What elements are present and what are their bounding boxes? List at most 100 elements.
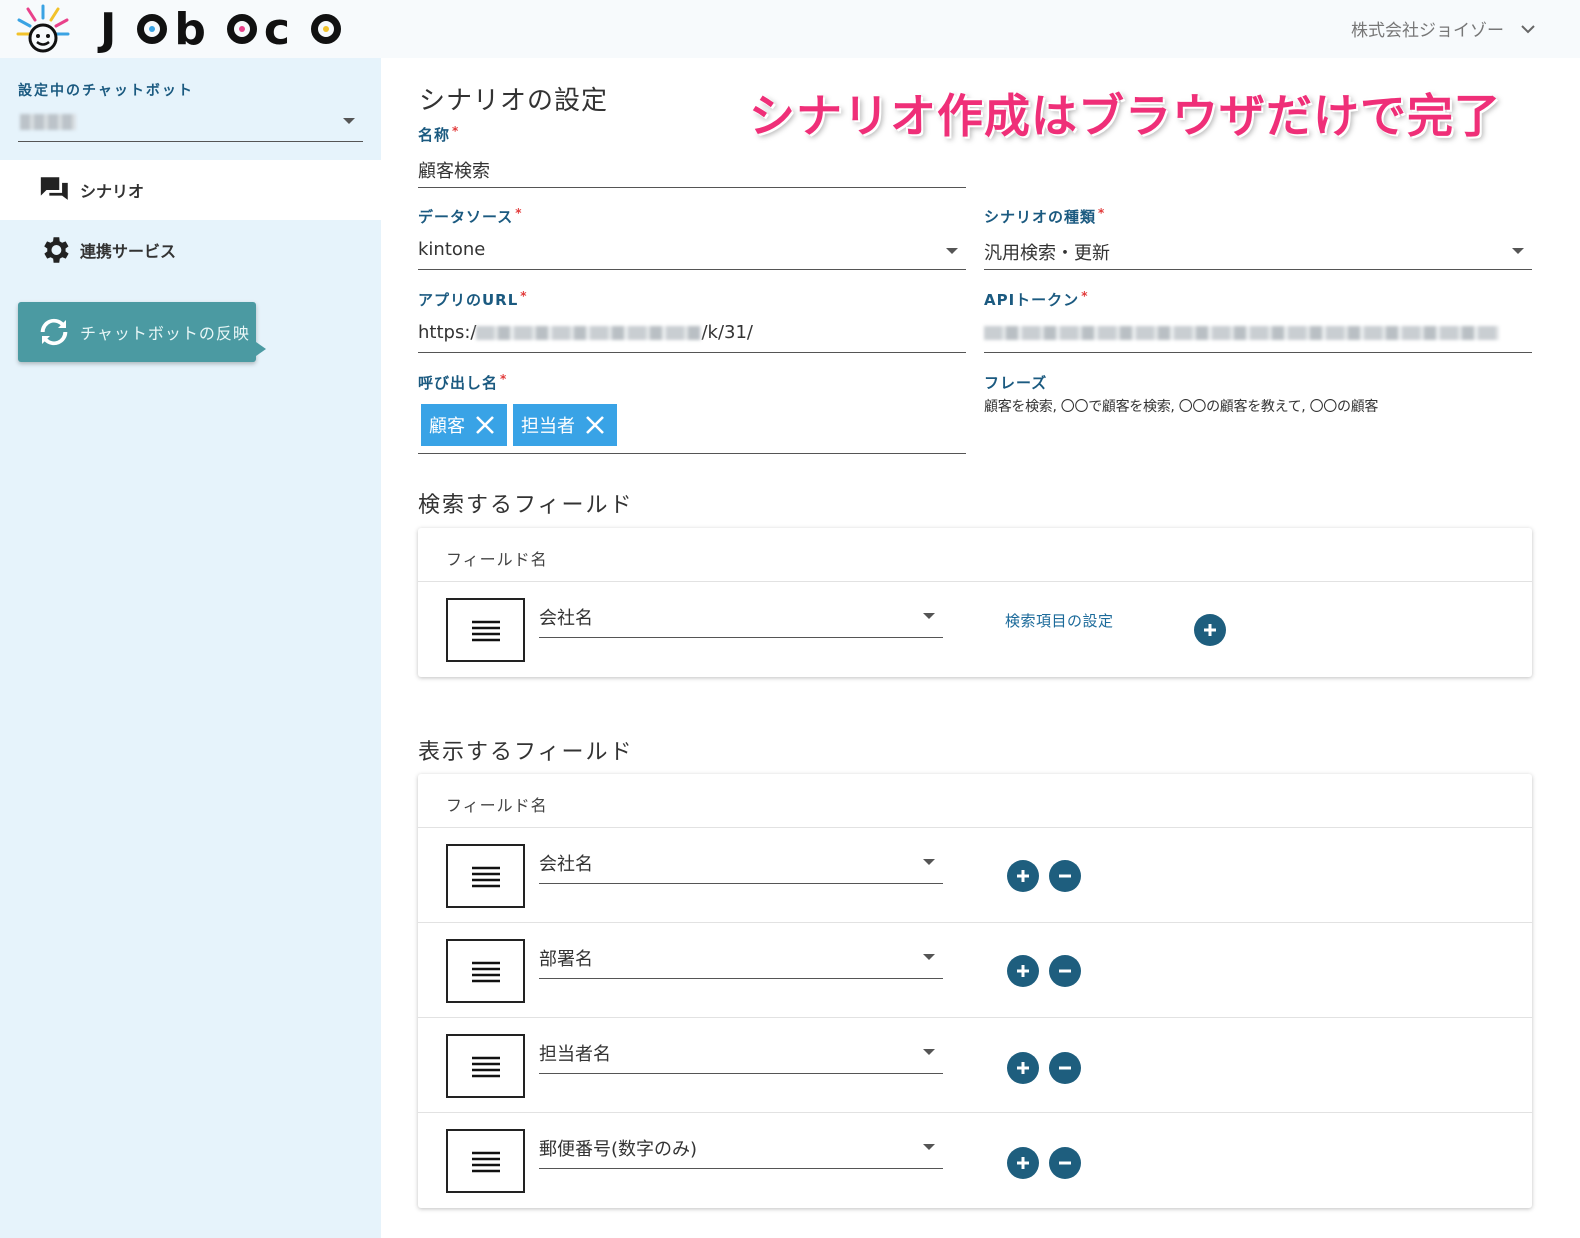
dropdown-caret-icon: [923, 613, 935, 619]
dropdown-caret-icon: [946, 248, 958, 254]
chip[interactable]: 顧客: [421, 404, 507, 446]
scenario-type-select[interactable]: 汎用検索・更新: [984, 228, 1532, 270]
close-icon[interactable]: [583, 413, 607, 437]
close-icon[interactable]: [473, 413, 497, 437]
add-row-button[interactable]: [1007, 1147, 1039, 1179]
sidebar: 設定中のチャットボット シナリオ 連携サービス チャットボットの反映: [0, 58, 381, 1238]
bot-selector-label: 設定中のチャットボット: [18, 83, 194, 99]
reflect-button-label: チャットボットの反映: [80, 324, 250, 343]
search-item-settings-link[interactable]: 検索項目の設定: [1005, 610, 1114, 631]
drag-handle[interactable]: [446, 1034, 525, 1098]
drag-lines-icon: [471, 961, 500, 983]
url-redacted: [476, 326, 702, 340]
field-select[interactable]: 担当者名: [539, 1040, 943, 1074]
gear-icon: [44, 237, 69, 263]
table-row: 会社名: [418, 828, 1532, 923]
drag-handle[interactable]: [446, 939, 525, 1003]
table-row: 部署名: [418, 923, 1532, 1018]
api-token-field[interactable]: APIトークン *: [984, 289, 1532, 353]
datasource-label: データソース: [418, 208, 514, 226]
sidebar-item-scenario[interactable]: シナリオ: [0, 160, 381, 220]
drag-handle[interactable]: [446, 598, 525, 662]
remove-row-button[interactable]: [1049, 860, 1081, 892]
datasource-field[interactable]: データソース * kintone: [418, 206, 966, 270]
table-row: 担当者名: [418, 1018, 1532, 1113]
dropdown-caret-icon: [923, 859, 935, 865]
search-fields-card: フィールド名 会社名 検索項目の設定: [418, 528, 1532, 677]
api-token-input[interactable]: [984, 311, 1532, 353]
chevron-down-icon: [1521, 24, 1535, 33]
app-url-label: アプリのURL: [418, 291, 519, 309]
logo-mark-icon: [16, 4, 70, 53]
plus-icon: [1017, 870, 1029, 882]
reflect-chatbot-button[interactable]: チャットボットの反映: [18, 302, 266, 362]
call-name-label: 呼び出し名: [418, 374, 499, 392]
scenario-type-field[interactable]: シナリオの種類 * 汎用検索・更新: [984, 206, 1532, 270]
minus-icon: [1059, 1161, 1071, 1165]
name-field[interactable]: 名称 * 顧客検索: [418, 124, 966, 188]
plus-icon: [1017, 1062, 1029, 1074]
plus-icon: [1017, 1157, 1029, 1169]
dropdown-caret-icon: [343, 118, 355, 124]
sync-icon: [40, 318, 68, 346]
dropdown-caret-icon: [923, 954, 935, 960]
drag-handle[interactable]: [446, 844, 525, 908]
drag-handle[interactable]: [446, 1129, 525, 1193]
search-fields-title: 検索するフィールド: [418, 493, 634, 518]
brand-name: J b c: [100, 4, 348, 55]
dropdown-caret-icon: [923, 1144, 935, 1150]
name-label: 名称: [418, 126, 451, 144]
minus-icon: [1059, 874, 1071, 878]
field-select[interactable]: 会社名: [539, 604, 943, 638]
add-row-button[interactable]: [1194, 614, 1226, 646]
phrase-field[interactable]: フレーズ 顧客を検索, 〇〇で顧客を検索, 〇〇の顧客を教えて, 〇〇の顧客: [984, 372, 1532, 416]
sidebar-item-integrations[interactable]: 連携サービス: [0, 220, 381, 280]
remove-row-button[interactable]: [1049, 1147, 1081, 1179]
account-name: 株式会社ジョイゾー: [1351, 21, 1504, 41]
remove-row-button[interactable]: [1049, 955, 1081, 987]
phrase-label: フレーズ: [984, 374, 1048, 392]
plus-icon: [1017, 965, 1029, 977]
drag-lines-icon: [471, 1056, 500, 1078]
add-row-button[interactable]: [1007, 860, 1039, 892]
minus-icon: [1059, 1066, 1071, 1070]
add-row-button[interactable]: [1007, 955, 1039, 987]
app-header: J b c 株式会社ジョイゾー: [0, 0, 1580, 58]
drag-lines-icon: [471, 1151, 500, 1173]
sidebar-item-label: シナリオ: [80, 182, 145, 201]
app-url-field[interactable]: アプリのURL * https://k/31/: [418, 289, 966, 353]
remove-row-button[interactable]: [1049, 1052, 1081, 1084]
field-select[interactable]: 郵便番号(数字のみ): [539, 1135, 943, 1169]
app-url-input[interactable]: https://k/31/: [418, 311, 966, 353]
display-fields-card: フィールド名 会社名 部署名 担当者名 郵便番号(数字のみ): [418, 774, 1532, 1208]
column-header: フィールド名: [418, 528, 1532, 582]
name-input[interactable]: 顧客検索: [418, 146, 966, 188]
account-menu[interactable]: 株式会社ジョイゾー: [1351, 16, 1536, 41]
add-row-button[interactable]: [1007, 1052, 1039, 1084]
call-name-field[interactable]: 呼び出し名 * 顧客 担当者: [418, 372, 966, 454]
dropdown-caret-icon: [1512, 248, 1524, 254]
field-select[interactable]: 部署名: [539, 945, 943, 979]
chip[interactable]: 担当者: [513, 404, 617, 446]
main-content: シナリオの設定 シナリオ作成はブラウザだけで完了 名称 * 顧客検索 データソース…: [381, 58, 1580, 1238]
table-row: 会社名 検索項目の設定: [418, 582, 1532, 677]
bot-name-redacted: [20, 114, 76, 130]
dropdown-caret-icon: [923, 1049, 935, 1055]
drag-lines-icon: [471, 866, 500, 888]
column-header: フィールド名: [418, 774, 1532, 828]
token-redacted: [984, 326, 1499, 340]
api-token-label: APIトークン: [984, 291, 1080, 309]
display-fields-title: 表示するフィールド: [418, 740, 634, 765]
brand-logo[interactable]: J b c: [16, 2, 348, 56]
datasource-select[interactable]: kintone: [418, 228, 966, 270]
plus-icon: [1204, 624, 1216, 636]
bot-selector[interactable]: [18, 106, 363, 142]
chat-bubbles-icon: [40, 177, 68, 200]
page-title: シナリオの設定: [419, 86, 609, 116]
call-name-chips[interactable]: 顧客 担当者: [418, 394, 966, 454]
table-row: 郵便番号(数字のみ): [418, 1113, 1532, 1208]
field-select[interactable]: 会社名: [539, 850, 943, 884]
phrase-value[interactable]: 顧客を検索, 〇〇で顧客を検索, 〇〇の顧客を教えて, 〇〇の顧客: [984, 396, 1532, 416]
minus-icon: [1059, 969, 1071, 973]
sidebar-item-label: 連携サービス: [80, 242, 177, 261]
